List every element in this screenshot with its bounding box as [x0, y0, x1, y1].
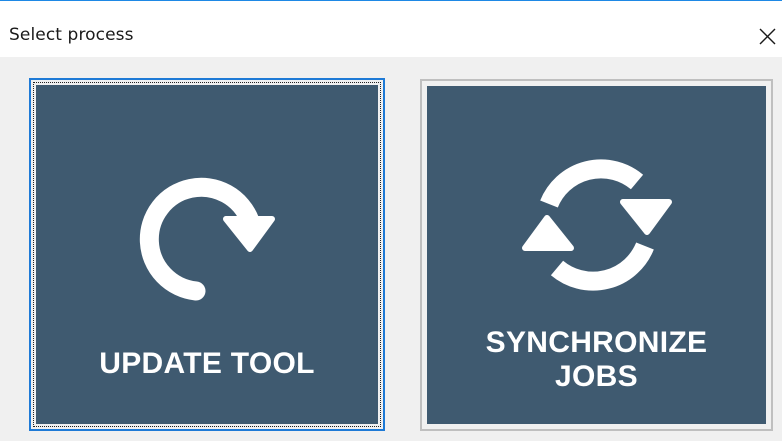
focus-ring: UPDATE TOOL: [33, 82, 381, 427]
update-tool-button[interactable]: UPDATE TOOL: [36, 85, 378, 424]
sync-arrows-icon: [521, 159, 672, 291]
select-process-dialog: Select process UPDATE TOOL SYNCHRONIZE J…: [0, 0, 782, 441]
synchronize-jobs-label: SYNCHRONIZE JOBS: [485, 326, 708, 393]
synchronize-jobs-button[interactable]: SYNCHRONIZE JOBS: [427, 86, 766, 424]
window-title: Select process: [9, 25, 134, 45]
synchronize-jobs-button-frame: SYNCHRONIZE JOBS: [420, 79, 773, 431]
close-x-icon: [759, 28, 776, 45]
update-tool-label: UPDATE TOOL: [99, 347, 315, 380]
refresh-clockwise-icon: [139, 177, 275, 301]
update-tool-button-frame: UPDATE TOOL: [29, 78, 385, 431]
title-bar: Select process: [0, 1, 782, 57]
close-button[interactable]: [752, 21, 782, 51]
